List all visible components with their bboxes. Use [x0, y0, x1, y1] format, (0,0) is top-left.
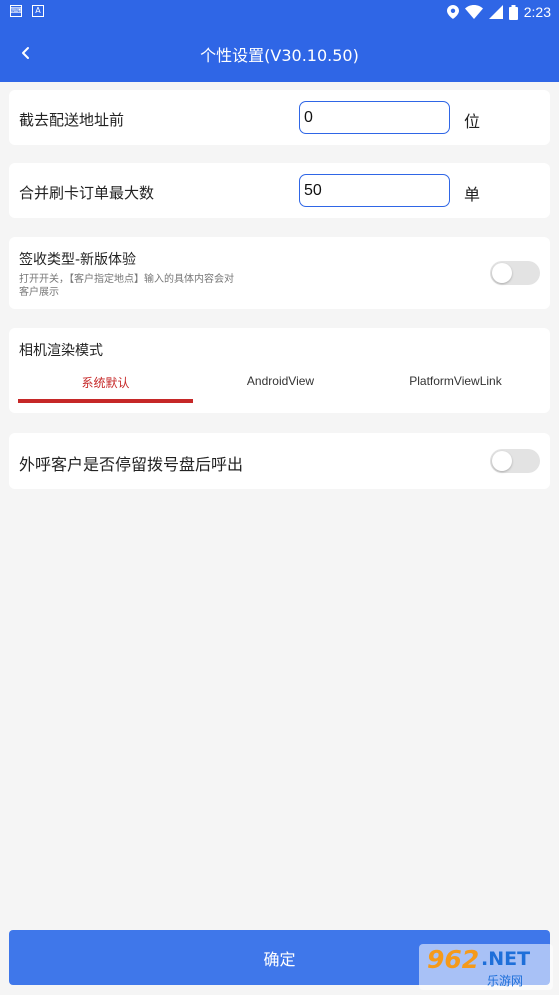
- truncate-address-unit: 位: [464, 112, 481, 131]
- watermark-logo: 962 .NET 乐游网: [419, 944, 553, 990]
- truncate-address-input[interactable]: [299, 101, 450, 134]
- keyboard-icon: ⌨: [10, 5, 22, 17]
- merge-card-max-label: 合并刷卡订单最大数: [19, 184, 155, 202]
- signal-icon: [488, 5, 503, 19]
- battery-icon: [508, 4, 518, 20]
- tab-platform-view-link[interactable]: PlatformViewLink: [368, 374, 543, 394]
- location-icon: [446, 5, 459, 19]
- sign-type-label: 签收类型-新版体验: [19, 252, 137, 268]
- camera-render-label: 相机渲染模式: [19, 343, 103, 359]
- toggle-knob: [492, 263, 512, 283]
- sign-type-card: 签收类型-新版体验 打开开关，【客户指定地点】输入的具体内容会对客户展示: [9, 237, 550, 309]
- tab-indicator: [18, 399, 193, 403]
- sign-type-description: 打开开关，【客户指定地点】输入的具体内容会对客户展示: [19, 274, 234, 298]
- watermark-number: 962: [427, 945, 480, 974]
- outbound-call-toggle[interactable]: [490, 449, 540, 473]
- outbound-call-label: 外呼客户是否停留拨号盘后呼出: [19, 455, 244, 474]
- toggle-knob: [492, 451, 512, 471]
- watermark-site-name: 乐游网: [487, 974, 524, 988]
- camera-render-card: 相机渲染模式 系统默认 AndroidView PlatformViewLink: [9, 328, 550, 413]
- merge-card-max-unit: 单: [464, 185, 481, 204]
- watermark-domain: .NET: [481, 948, 531, 970]
- sign-type-toggle[interactable]: [490, 261, 540, 285]
- status-time: 2:23: [523, 4, 551, 20]
- truncate-address-label: 截去配送地址前: [19, 111, 125, 129]
- page-title: 个性设置(V30.10.50): [200, 46, 359, 65]
- tab-system-default[interactable]: 系统默认: [18, 374, 193, 394]
- app-bar: 个性设置(V30.10.50): [0, 24, 559, 82]
- wifi-icon: [464, 5, 483, 19]
- outbound-call-card: 外呼客户是否停留拨号盘后呼出: [9, 433, 550, 489]
- truncate-address-card: 截去配送地址前 位: [9, 90, 550, 145]
- tab-android-view[interactable]: AndroidView: [193, 374, 368, 394]
- merge-card-max-input[interactable]: [299, 174, 450, 207]
- status-bar: ⌨ A 2:23: [0, 0, 559, 24]
- a-icon: A: [32, 5, 44, 17]
- merge-card-max-card: 合并刷卡订单最大数 单: [9, 163, 550, 218]
